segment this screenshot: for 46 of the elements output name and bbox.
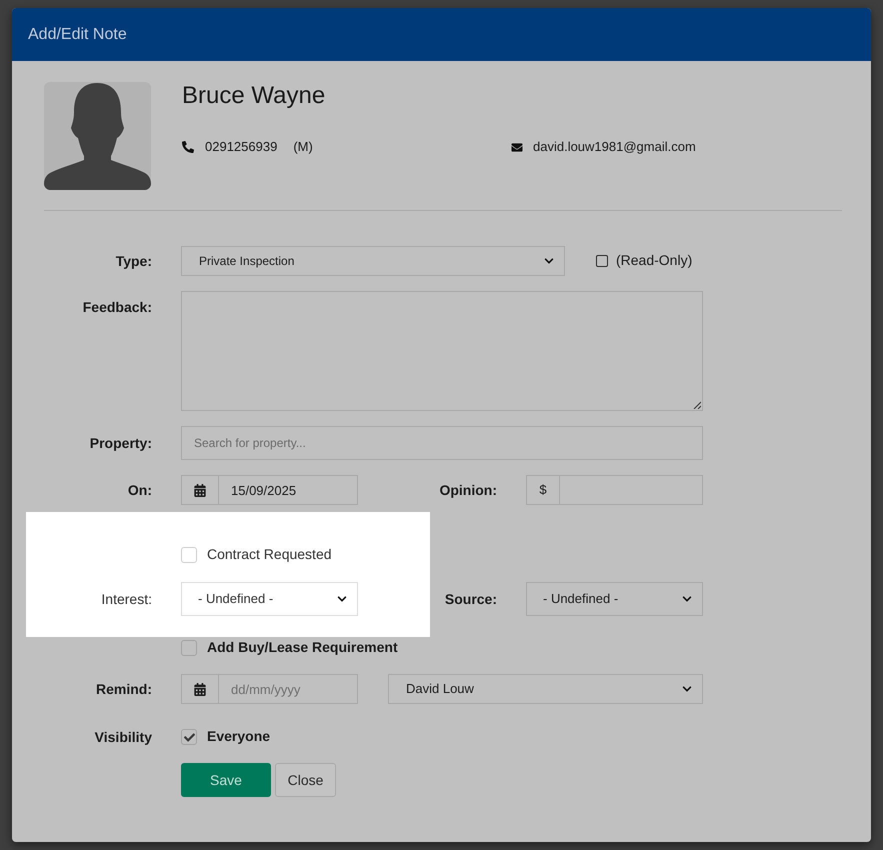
source-select[interactable]: - Undefined - <box>526 582 703 616</box>
phone-number: 0291256939 <box>205 138 278 156</box>
checkbox-label: Add Buy/Lease Requirement <box>207 639 398 655</box>
field-label: Remind: <box>96 680 152 698</box>
checkbox-label: Everyone <box>207 728 270 744</box>
field-label: Visibility <box>94 728 152 747</box>
close-button[interactable]: Close <box>275 763 336 797</box>
calendar-button[interactable] <box>181 475 219 505</box>
read-only-checkbox[interactable] <box>596 255 608 267</box>
add-requirement-checkbox[interactable] <box>181 640 197 656</box>
date-field[interactable]: 15/09/2025 <box>219 475 358 505</box>
calendar-icon <box>194 682 206 696</box>
envelope-icon <box>511 142 523 152</box>
field-label: Type: <box>116 252 152 271</box>
field-label: Interest: <box>101 590 152 608</box>
currency-prefix: $ <box>526 475 560 505</box>
feedback-field[interactable] <box>181 291 703 411</box>
phone-type: (M) <box>293 138 313 156</box>
calendar-icon <box>194 484 206 496</box>
field-label: Source: <box>444 590 497 608</box>
checkmark-icon <box>184 732 194 742</box>
field-label: Feedback: <box>82 298 152 317</box>
chevron-down-icon <box>337 594 347 604</box>
everyone-checkbox[interactable] <box>181 729 197 745</box>
checkbox-label: Contract Requested <box>207 546 332 562</box>
email-address: david.louw1981@gmail.com <box>533 138 696 156</box>
contact-name: Bruce Wayne <box>182 82 326 110</box>
checkbox-label: (Read-Only) <box>616 252 692 268</box>
date-field[interactable]: dd/mm/yyyy <box>219 674 358 704</box>
chevron-down-icon <box>682 684 692 694</box>
property-search-field[interactable]: Search for property... <box>181 426 703 460</box>
calendar-button[interactable] <box>181 674 219 704</box>
assignee-select[interactable]: David Louw <box>388 674 703 704</box>
type-select[interactable]: Private Inspection <box>181 246 565 276</box>
field-label: Opinion: <box>439 480 497 500</box>
field-label: On: <box>128 480 152 500</box>
phone-icon <box>182 141 194 153</box>
save-button[interactable]: Save <box>181 763 271 797</box>
chevron-down-icon <box>544 256 554 266</box>
resize-grip-icon <box>693 401 701 409</box>
dialog-title: Add/Edit Note <box>28 24 127 44</box>
opinion-field[interactable] <box>560 475 703 505</box>
chevron-down-icon <box>682 594 692 604</box>
interest-select[interactable]: - Undefined - <box>181 582 358 616</box>
field-label: Property: <box>90 434 152 453</box>
contract-requested-checkbox[interactable] <box>181 547 197 563</box>
